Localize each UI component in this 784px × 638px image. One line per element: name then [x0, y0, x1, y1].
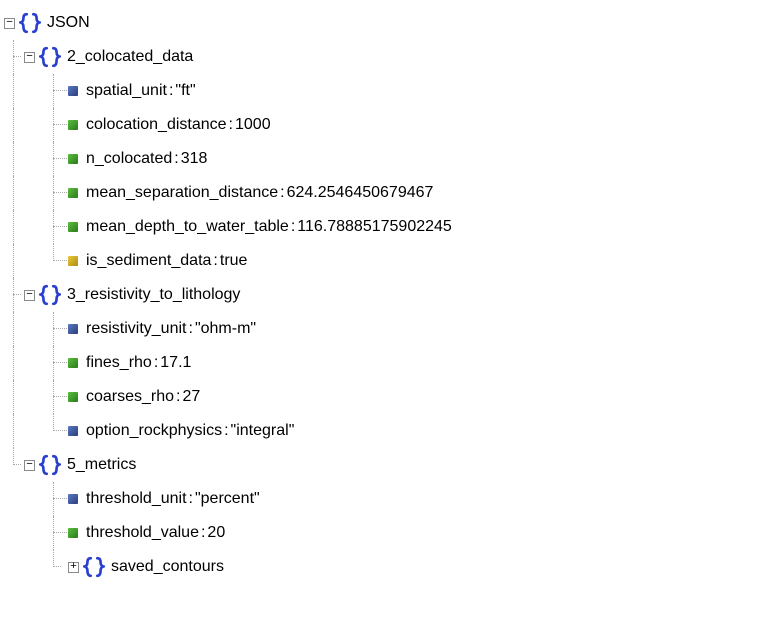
- object-icon: [19, 12, 41, 34]
- leaf-key: mean_separation_distance: [86, 184, 278, 202]
- leaf-key: n_colocated: [86, 150, 172, 168]
- leaf-key: mean_depth_to_water_table: [86, 218, 289, 236]
- collapse-icon[interactable]: −: [24, 290, 35, 301]
- leaf-key: fines_rho: [86, 354, 152, 372]
- boolean-icon: [68, 256, 78, 266]
- tree-leaf-fines-rho[interactable]: fines_rho : 17.1: [4, 346, 780, 380]
- number-icon: [68, 188, 78, 198]
- leaf-value: 27: [183, 388, 201, 406]
- tree-leaf-threshold-value[interactable]: threshold_value : 20: [4, 516, 780, 550]
- tree-leaf-threshold-unit[interactable]: threshold_unit : "percent": [4, 482, 780, 516]
- tree-leaf-mean-separation-distance[interactable]: mean_separation_distance : 624.254645067…: [4, 176, 780, 210]
- leaf-value: 20: [207, 524, 225, 542]
- json-tree: − JSON − 2_colocated_data spatial_unit :…: [0, 0, 784, 590]
- tree-node-5-metrics[interactable]: − 5_metrics: [4, 448, 780, 482]
- leaf-value: 116.78885175902245: [297, 218, 452, 236]
- object-icon: [39, 284, 61, 306]
- leaf-value: "ohm-m": [195, 320, 256, 338]
- object-icon: [39, 46, 61, 68]
- tree-leaf-is-sediment-data[interactable]: is_sediment_data : true: [4, 244, 780, 278]
- leaf-value: 624.2546450679467: [287, 184, 434, 202]
- number-icon: [68, 358, 78, 368]
- leaf-value: "percent": [195, 490, 260, 508]
- leaf-key: resistivity_unit: [86, 320, 186, 338]
- tree-leaf-coarses-rho[interactable]: coarses_rho : 27: [4, 380, 780, 414]
- collapse-icon[interactable]: −: [4, 18, 15, 29]
- node-label: 3_resistivity_to_lithology: [67, 286, 240, 304]
- tree-leaf-mean-depth-to-water-table[interactable]: mean_depth_to_water_table : 116.78885175…: [4, 210, 780, 244]
- leaf-key: coarses_rho: [86, 388, 174, 406]
- number-icon: [68, 392, 78, 402]
- leaf-key: colocation_distance: [86, 116, 227, 134]
- tree-node-root[interactable]: − JSON: [4, 6, 780, 40]
- number-icon: [68, 120, 78, 130]
- leaf-value: 1000: [235, 116, 271, 134]
- number-icon: [68, 154, 78, 164]
- node-label: saved_contours: [111, 558, 224, 576]
- leaf-value: "ft": [175, 82, 195, 100]
- leaf-value: "integral": [231, 422, 295, 440]
- leaf-key: spatial_unit: [86, 82, 167, 100]
- object-icon: [83, 556, 105, 578]
- collapse-icon[interactable]: −: [24, 52, 35, 63]
- object-icon: [39, 454, 61, 476]
- node-label: 2_colocated_data: [67, 48, 193, 66]
- leaf-key: option_rockphysics: [86, 422, 222, 440]
- node-label: JSON: [47, 14, 90, 32]
- leaf-value: 17.1: [160, 354, 191, 372]
- number-icon: [68, 222, 78, 232]
- string-icon: [68, 426, 78, 436]
- tree-leaf-resistivity-unit[interactable]: resistivity_unit : "ohm-m": [4, 312, 780, 346]
- leaf-key: threshold_value: [86, 524, 199, 542]
- tree-node-saved-contours[interactable]: + saved_contours: [4, 550, 780, 584]
- string-icon: [68, 324, 78, 334]
- leaf-key: is_sediment_data: [86, 252, 211, 270]
- string-icon: [68, 494, 78, 504]
- collapse-icon[interactable]: −: [24, 460, 35, 471]
- number-icon: [68, 528, 78, 538]
- tree-leaf-n-colocated[interactable]: n_colocated : 318: [4, 142, 780, 176]
- tree-leaf-option-rockphysics[interactable]: option_rockphysics : "integral": [4, 414, 780, 448]
- leaf-key: threshold_unit: [86, 490, 187, 508]
- node-label: 5_metrics: [67, 456, 136, 474]
- leaf-value: true: [220, 252, 248, 270]
- expand-icon[interactable]: +: [68, 562, 79, 573]
- leaf-value: 318: [181, 150, 208, 168]
- tree-leaf-spatial-unit[interactable]: spatial_unit : "ft": [4, 74, 780, 108]
- tree-node-2-colocated-data[interactable]: − 2_colocated_data: [4, 40, 780, 74]
- tree-leaf-colocation-distance[interactable]: colocation_distance : 1000: [4, 108, 780, 142]
- string-icon: [68, 86, 78, 96]
- tree-node-3-resistivity-to-lithology[interactable]: − 3_resistivity_to_lithology: [4, 278, 780, 312]
- kv-separator: :: [169, 82, 173, 100]
